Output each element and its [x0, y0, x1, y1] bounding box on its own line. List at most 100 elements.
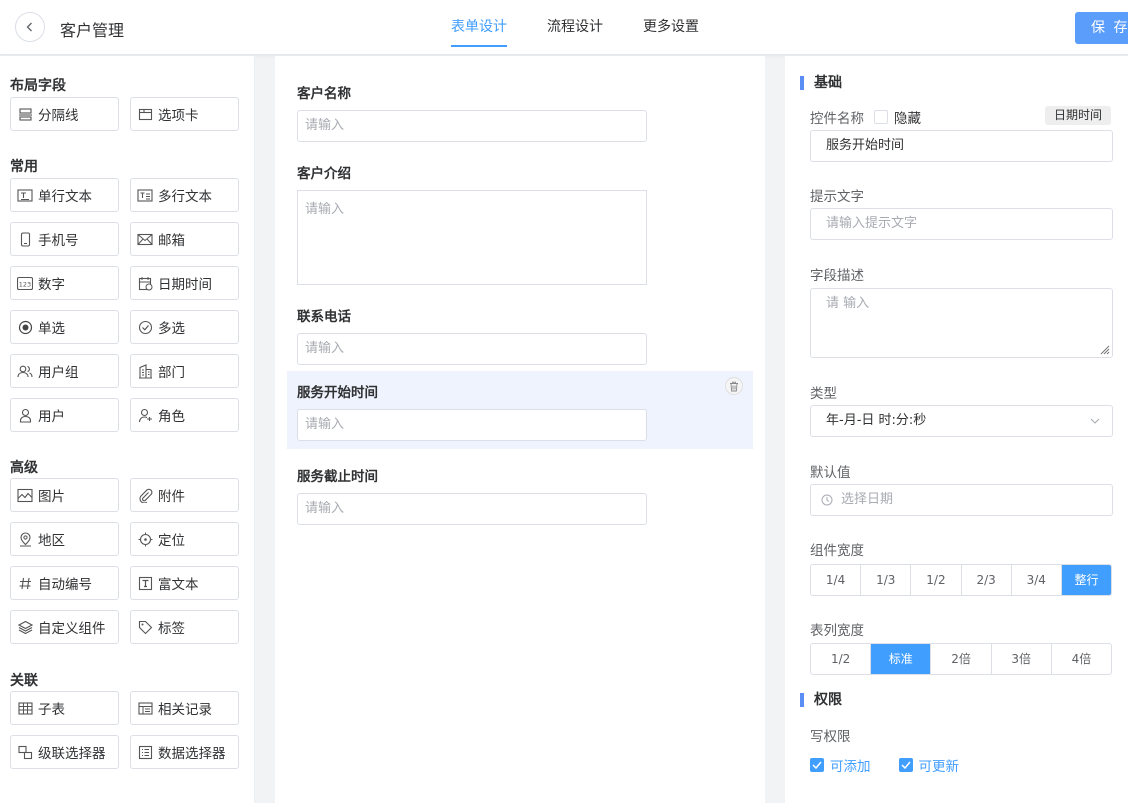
palette-item-number[interactable]: 123 数字: [10, 266, 119, 300]
column-width-label: 表列宽度: [810, 623, 864, 639]
save-button[interactable]: 保 存: [1075, 12, 1128, 44]
delete-field-button[interactable]: [725, 377, 743, 395]
palette-item-related-records[interactable]: 相关记录: [130, 691, 239, 725]
default-date-picker[interactable]: 选择日期: [810, 484, 1113, 516]
check-icon: [900, 761, 911, 769]
svg-text:123: 123: [19, 280, 31, 288]
col-width-option-half[interactable]: 1/2: [811, 644, 872, 674]
checkbox-icon: [137, 319, 153, 335]
palette-item-user-group[interactable]: 用户组: [10, 354, 119, 388]
palette-item-label: 相关记录: [158, 702, 212, 718]
palette-item-label: 分隔线: [38, 108, 79, 124]
chevron-down-icon: [1090, 418, 1100, 424]
hide-checkbox-box[interactable]: [874, 110, 888, 124]
type-select[interactable]: 年-月-日 时:分:秒: [810, 405, 1113, 437]
width-option-full-row[interactable]: 整行: [1061, 565, 1111, 595]
width-option-1-3[interactable]: 1/3: [861, 565, 912, 595]
form-field-service-start[interactable]: 服务开始时间 请输入: [287, 371, 753, 449]
can-add-checkbox[interactable]: 可添加: [810, 755, 871, 775]
resize-handle-icon[interactable]: [1098, 343, 1110, 355]
can-add-checkbox-box[interactable]: [810, 758, 824, 772]
locate-icon: [137, 531, 153, 547]
form-field-input[interactable]: 请输入: [297, 409, 647, 441]
palette-item-attachment[interactable]: 附件: [130, 478, 239, 512]
palette-item-label: 选项卡: [158, 108, 199, 124]
palette-item-image[interactable]: 图片: [10, 478, 119, 512]
form-field-customer-intro[interactable]: 客户介绍 请输入: [287, 152, 753, 295]
palette-item-department[interactable]: 部门: [130, 354, 239, 388]
can-update-checkbox[interactable]: 可更新: [898, 755, 959, 775]
palette-item-mobile[interactable]: 手机号: [10, 222, 119, 256]
component-width-selector: 1/4 1/3 1/2 2/3 3/4 整行: [810, 564, 1112, 596]
field-palette: 布局字段 分隔线 选项卡 常用 单行文本 多行文本 手机号 邮箱 123 数字 …: [0, 56, 255, 803]
component-width-label: 组件宽度: [810, 543, 864, 559]
palette-item-role[interactable]: 角色: [130, 398, 239, 432]
control-name-input[interactable]: 服务开始时间: [810, 130, 1113, 162]
tab-form-design[interactable]: 表单设计: [451, 0, 507, 55]
palette-item-tag[interactable]: 标签: [130, 610, 239, 644]
form-field-input[interactable]: 请输入: [297, 110, 647, 142]
col-width-option-standard[interactable]: 标准: [871, 644, 932, 674]
number-icon: 123: [17, 275, 33, 291]
col-width-option-4x[interactable]: 4倍: [1052, 644, 1111, 674]
palette-item-multi-line-text[interactable]: 多行文本: [130, 178, 239, 212]
width-option-2-3[interactable]: 2/3: [962, 565, 1012, 595]
palette-item-label: 日期时间: [158, 277, 212, 293]
back-button[interactable]: [15, 12, 45, 42]
form-field-contact-phone[interactable]: 联系电话 请输入: [287, 295, 753, 375]
data-selector-icon: [137, 744, 153, 760]
palette-item-label: 数据选择器: [158, 746, 226, 762]
write-permission-options: 可添加 可更新: [810, 755, 959, 775]
palette-item-label: 用户组: [38, 365, 79, 381]
palette-item-user[interactable]: 用户: [10, 398, 119, 432]
form-field-input[interactable]: 请输入: [297, 493, 647, 525]
field-desc-textarea[interactable]: 请 输入: [810, 288, 1113, 358]
palette-item-locate[interactable]: 定位: [130, 522, 239, 556]
width-option-1-4[interactable]: 1/4: [811, 565, 862, 595]
palette-item-radio[interactable]: 单选: [10, 310, 119, 344]
palette-item-rich-text[interactable]: 富文本: [130, 566, 239, 600]
palette-item-datetime[interactable]: 日期时间: [130, 266, 239, 300]
hash-icon: [17, 575, 33, 591]
hide-checkbox[interactable]: 隐藏: [874, 107, 921, 127]
palette-item-auto-number[interactable]: 自动编号: [10, 566, 119, 600]
palette-item-label: 用户: [38, 409, 65, 425]
palette-item-tabs[interactable]: 选项卡: [130, 97, 239, 131]
col-width-option-2x[interactable]: 2倍: [931, 644, 992, 674]
role-icon: [137, 407, 153, 423]
tab-more-settings[interactable]: 更多设置: [643, 0, 699, 55]
can-update-checkbox-box[interactable]: [898, 758, 913, 772]
width-option-3-4[interactable]: 3/4: [1012, 565, 1062, 595]
palette-group-title: 高级: [10, 460, 38, 476]
form-field-customer-name[interactable]: 客户名称 请输入: [287, 72, 753, 152]
col-width-option-3x[interactable]: 3倍: [992, 644, 1052, 674]
palette-item-single-line-text[interactable]: 单行文本: [10, 178, 119, 212]
palette-item-checkbox[interactable]: 多选: [130, 310, 239, 344]
palette-item-data-selector[interactable]: 数据选择器: [130, 735, 239, 769]
palette-item-mail[interactable]: 邮箱: [130, 222, 239, 256]
department-icon: [137, 363, 153, 379]
layers-icon: [17, 619, 33, 635]
palette-item-divider[interactable]: 分隔线: [10, 97, 119, 131]
write-permission-label: 写权限: [810, 729, 851, 745]
palette-item-label: 附件: [158, 489, 185, 505]
calendar-icon: [137, 275, 153, 291]
form-field-textarea[interactable]: 请输入: [297, 190, 647, 285]
form-field-input[interactable]: 请输入: [297, 333, 647, 365]
clock-icon: [821, 494, 833, 506]
cascader-icon: [17, 744, 33, 760]
palette-item-label: 级联选择器: [38, 746, 106, 762]
palette-item-cascader[interactable]: 级联选择器: [10, 735, 119, 769]
hint-text-input[interactable]: 请输入提示文字: [810, 208, 1113, 240]
form-field-label: 客户介绍: [297, 166, 351, 182]
tab-flow-design[interactable]: 流程设计: [547, 0, 603, 55]
palette-item-custom-component[interactable]: 自定义组件: [10, 610, 119, 644]
default-value-label: 默认值: [810, 465, 851, 481]
palette-item-label: 部门: [158, 365, 185, 381]
palette-item-subtable[interactable]: 子表: [10, 691, 119, 725]
tabs-icon: [137, 106, 153, 122]
form-field-service-end[interactable]: 服务截止时间 请输入: [287, 455, 753, 535]
width-option-1-2[interactable]: 1/2: [911, 565, 962, 595]
mail-icon: [137, 231, 153, 247]
palette-item-region[interactable]: 地区: [10, 522, 119, 556]
